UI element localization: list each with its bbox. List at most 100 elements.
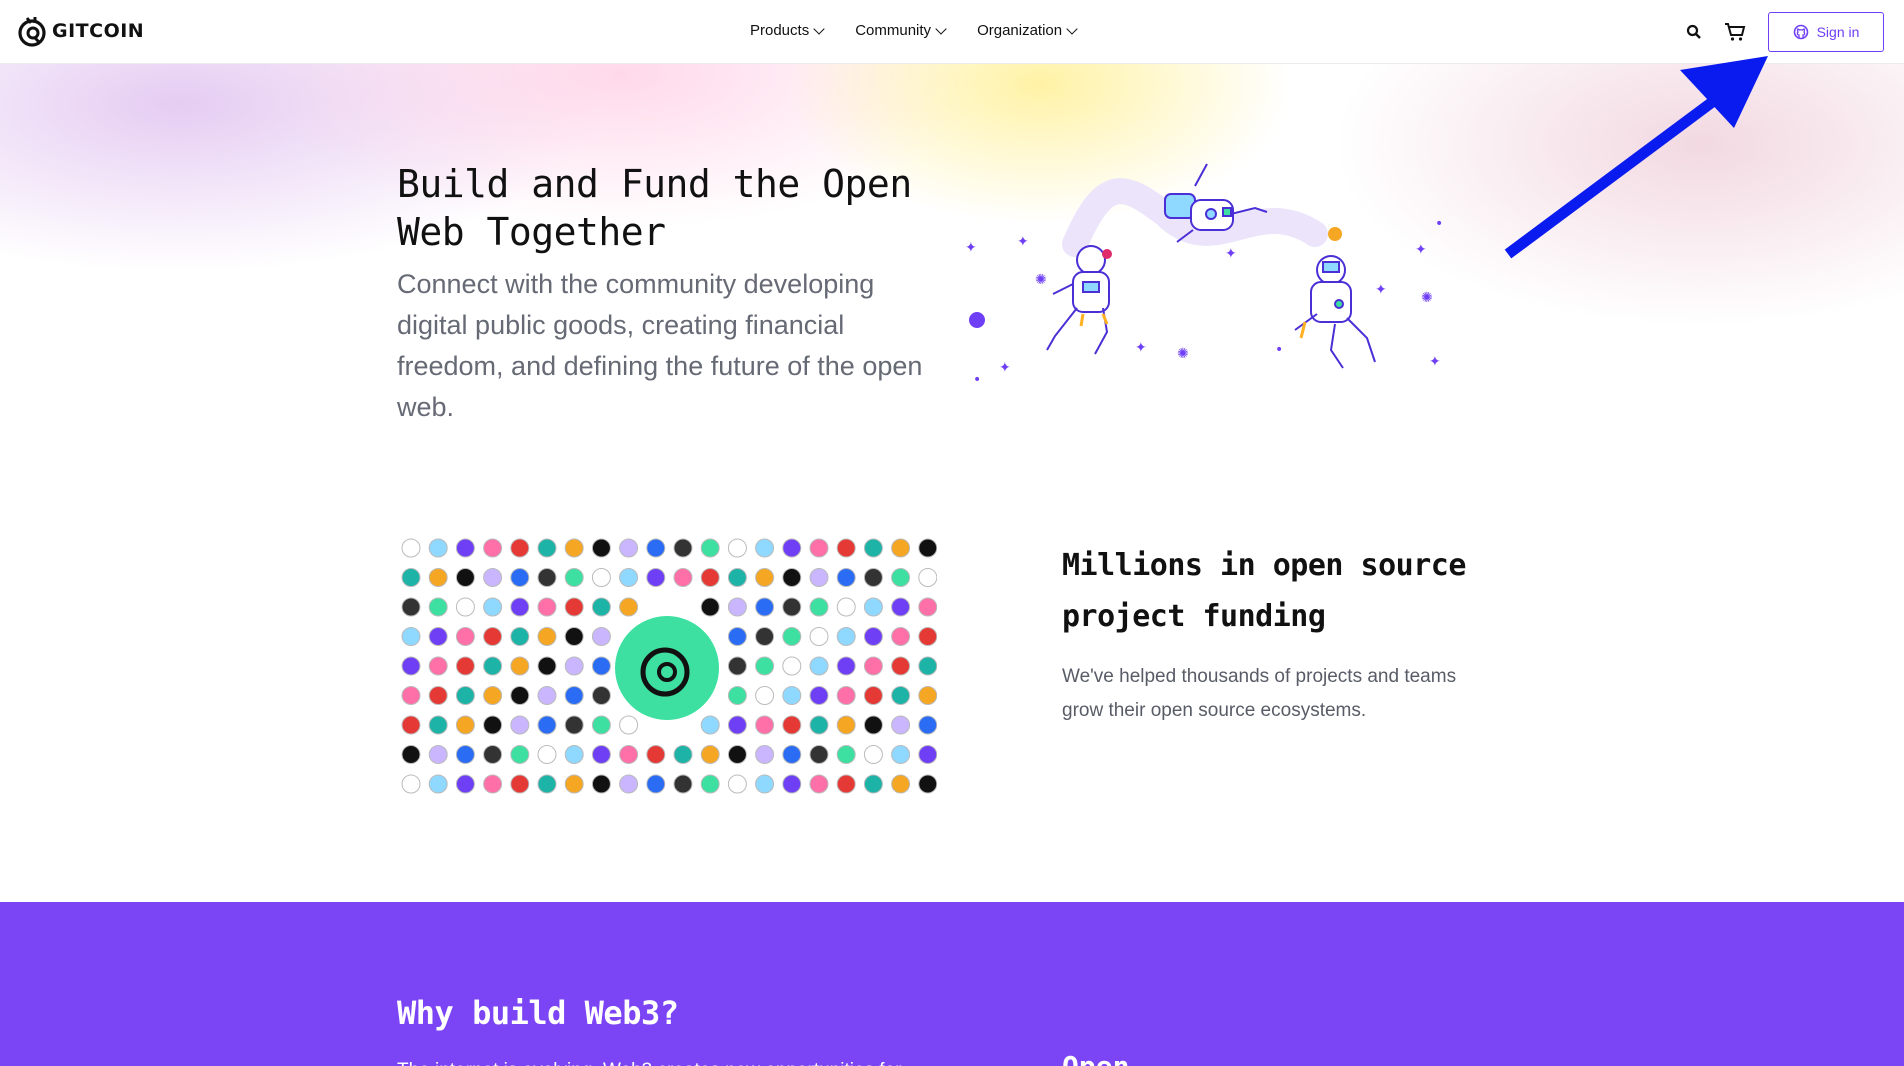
project-logo bbox=[891, 774, 911, 794]
project-logo bbox=[455, 774, 475, 794]
project-logo bbox=[510, 686, 530, 705]
project-logo bbox=[564, 686, 584, 705]
project-logo bbox=[755, 597, 775, 617]
project-logo bbox=[673, 745, 693, 764]
project-logo bbox=[727, 627, 747, 646]
project-logo bbox=[863, 597, 883, 617]
project-logo bbox=[537, 597, 557, 617]
project-logo bbox=[619, 597, 639, 617]
cart-icon[interactable] bbox=[1724, 22, 1746, 42]
main-menu: Products Community Organization bbox=[750, 22, 1078, 39]
project-logo bbox=[510, 656, 530, 676]
project-logo bbox=[782, 538, 802, 558]
project-logo bbox=[591, 715, 611, 735]
project-logo bbox=[782, 627, 802, 646]
project-logo bbox=[836, 774, 856, 794]
project-logo bbox=[755, 774, 775, 794]
feature-text: We've helped thousands of projects and t… bbox=[1062, 666, 1457, 721]
project-logo bbox=[510, 745, 530, 764]
menu-community-label: Community bbox=[855, 22, 932, 39]
project-logo bbox=[809, 774, 829, 794]
project-logo bbox=[891, 597, 911, 617]
search-icon[interactable] bbox=[1686, 24, 1702, 40]
why-text: The internet is evolving. Web3 creates n… bbox=[397, 1056, 937, 1066]
menu-community[interactable]: Community bbox=[855, 22, 947, 39]
project-logo bbox=[591, 774, 611, 794]
project-logo bbox=[700, 568, 720, 587]
project-logo bbox=[755, 538, 775, 558]
chevron-down-icon bbox=[935, 22, 947, 35]
project-logo bbox=[918, 538, 937, 558]
menu-organization[interactable]: Organization bbox=[977, 22, 1078, 39]
svg-text:✦: ✦ bbox=[999, 360, 1011, 376]
project-logo bbox=[401, 745, 421, 764]
project-logo bbox=[727, 715, 747, 735]
project-logo bbox=[537, 538, 557, 558]
svg-text:✦: ✦ bbox=[1375, 282, 1387, 298]
project-logo bbox=[591, 656, 611, 676]
project-logo bbox=[891, 627, 911, 646]
project-logo bbox=[510, 538, 530, 558]
gitcoin-center-logo bbox=[615, 616, 719, 720]
chevron-down-icon bbox=[1066, 22, 1078, 35]
project-logo bbox=[591, 627, 611, 646]
open-heading: Open bbox=[1062, 1050, 1129, 1066]
project-logo bbox=[428, 568, 448, 587]
project-logo bbox=[483, 774, 503, 794]
svg-text:•: • bbox=[1435, 216, 1443, 232]
project-logo bbox=[809, 627, 829, 646]
project-logo bbox=[401, 597, 421, 617]
menu-products-label: Products bbox=[750, 22, 810, 39]
feature-title: Millions in open source project funding bbox=[1062, 548, 1466, 634]
project-logo bbox=[891, 686, 911, 705]
project-logo bbox=[673, 774, 693, 794]
svg-text:✺: ✺ bbox=[1177, 346, 1189, 362]
project-logo bbox=[836, 597, 856, 617]
project-logo bbox=[727, 745, 747, 764]
planet-orange bbox=[1328, 227, 1342, 241]
sign-in-button[interactable]: Sign in bbox=[1768, 12, 1884, 52]
project-logo bbox=[483, 745, 503, 764]
project-logo bbox=[564, 715, 584, 735]
project-logo bbox=[455, 686, 475, 705]
project-logo bbox=[537, 656, 557, 676]
project-logo bbox=[863, 568, 883, 587]
project-logo bbox=[455, 627, 475, 646]
project-logo bbox=[510, 627, 530, 646]
project-logo bbox=[591, 568, 611, 587]
svg-text:•: • bbox=[973, 372, 981, 388]
project-logo bbox=[809, 597, 829, 617]
project-logo bbox=[455, 745, 475, 764]
menu-products[interactable]: Products bbox=[750, 22, 825, 39]
project-logo bbox=[619, 774, 639, 794]
project-logo bbox=[755, 568, 775, 587]
project-logo bbox=[428, 627, 448, 646]
gitcoin-logo[interactable]: GITCOIN bbox=[18, 14, 144, 48]
project-logo bbox=[428, 538, 448, 558]
svg-text:✦: ✦ bbox=[1225, 246, 1237, 262]
project-logo bbox=[836, 686, 856, 705]
project-logo bbox=[619, 568, 639, 587]
project-logo bbox=[428, 774, 448, 794]
project-logo bbox=[537, 715, 557, 735]
project-logo bbox=[809, 745, 829, 764]
planet-purple bbox=[969, 312, 985, 328]
project-logo bbox=[836, 656, 856, 676]
project-logos-grid bbox=[401, 538, 937, 794]
project-logo bbox=[483, 686, 503, 705]
project-logo bbox=[428, 656, 448, 676]
project-logo bbox=[700, 774, 720, 794]
project-logo bbox=[483, 538, 503, 558]
project-logo bbox=[727, 597, 747, 617]
project-logo bbox=[863, 774, 883, 794]
project-logo bbox=[646, 774, 666, 794]
project-logo bbox=[564, 538, 584, 558]
project-logo bbox=[891, 568, 911, 587]
astronaut-left bbox=[1046, 245, 1110, 355]
project-logo bbox=[755, 715, 775, 735]
project-logo bbox=[483, 715, 503, 735]
project-logo bbox=[809, 686, 829, 705]
why-title: Why build Web3? bbox=[397, 994, 679, 1032]
project-logo bbox=[863, 627, 883, 646]
project-logo bbox=[918, 656, 937, 676]
